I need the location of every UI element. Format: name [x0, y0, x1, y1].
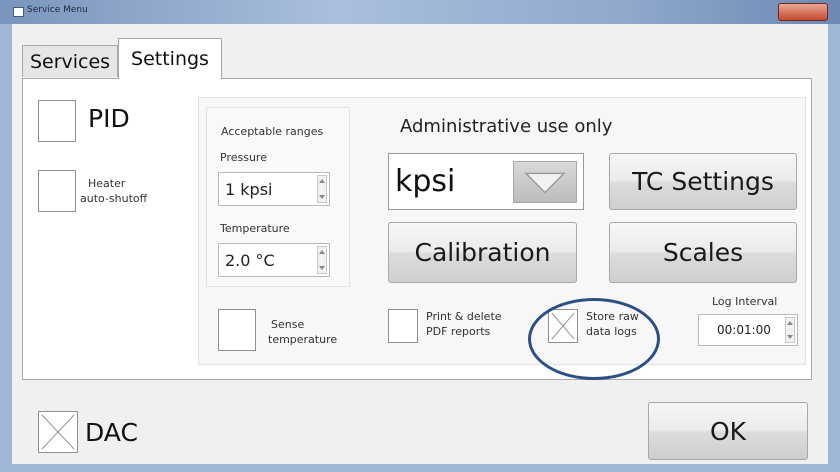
pressure-input[interactable]: 1 kpsi: [218, 172, 330, 206]
print-delete-label-line1: Print & delete: [426, 310, 502, 323]
spin-up-icon[interactable]: [319, 250, 325, 254]
admin-heading: Administrative use only: [400, 116, 613, 137]
pressure-value: 1 kpsi: [225, 179, 273, 199]
dac-label: DAC: [85, 418, 138, 447]
checkbox-checked-icon: [41, 414, 75, 450]
pressure-spinner[interactable]: [317, 175, 327, 203]
log-interval-label: Log Interval: [712, 295, 778, 308]
heater-label-line1: Heater: [88, 177, 126, 190]
dac-checkbox[interactable]: [38, 411, 78, 453]
chevron-down-icon[interactable]: [513, 161, 577, 203]
units-value: kpsi: [395, 164, 456, 199]
log-interval-value: 00:01:00: [717, 323, 771, 337]
tab-services[interactable]: Services: [22, 45, 118, 77]
spin-down-icon[interactable]: [787, 335, 793, 339]
scales-label: Scales: [662, 238, 744, 267]
ok-label: OK: [709, 416, 747, 446]
tab-services-label: Services: [29, 50, 111, 73]
window-title: Service Menu: [27, 5, 88, 15]
print-delete-checkbox[interactable]: [388, 309, 418, 343]
sense-label-line2: temperature: [268, 333, 338, 346]
window-frame-bottom: [0, 464, 840, 472]
calibration-label: Calibration: [414, 238, 551, 267]
log-interval-input[interactable]: 00:01:00: [698, 314, 798, 346]
acceptable-ranges-heading: Acceptable ranges: [221, 125, 324, 138]
title-bar: Service Menu: [0, 0, 840, 24]
pid-label: PID: [88, 104, 130, 133]
calibration-button[interactable]: Calibration: [388, 222, 577, 283]
temperature-input[interactable]: 2.0 °C: [218, 243, 330, 277]
units-dropdown[interactable]: kpsi: [388, 153, 584, 210]
tab-settings-label: Settings: [131, 48, 209, 70]
ok-button[interactable]: OK: [648, 402, 808, 460]
tc-settings-button[interactable]: TC Settings: [609, 153, 797, 210]
spin-up-icon[interactable]: [787, 321, 793, 325]
tc-settings-label: TC Settings: [632, 167, 774, 196]
log-interval-spinner[interactable]: [785, 317, 795, 343]
heater-checkbox[interactable]: [38, 170, 76, 212]
temperature-spinner[interactable]: [317, 246, 327, 274]
pid-checkbox[interactable]: [38, 100, 76, 142]
highlight-ellipse: [528, 298, 660, 380]
temperature-label: Temperature: [220, 222, 290, 235]
print-delete-label-line2: PDF reports: [426, 325, 491, 338]
window-frame-right: [828, 24, 840, 472]
heater-label-line2: auto-shutoff: [80, 192, 148, 205]
spin-up-icon[interactable]: [319, 179, 325, 183]
app-icon: [13, 7, 24, 17]
spin-down-icon[interactable]: [319, 266, 325, 270]
tab-settings[interactable]: Settings: [118, 38, 222, 79]
spin-down-icon[interactable]: [319, 195, 325, 199]
scales-button[interactable]: Scales: [609, 222, 797, 283]
close-icon[interactable]: [778, 3, 828, 21]
sense-label-line1: Sense: [271, 318, 305, 331]
sense-temperature-checkbox[interactable]: [218, 309, 256, 351]
pressure-label: Pressure: [220, 151, 267, 164]
window-frame-left: [0, 24, 12, 472]
temperature-value: 2.0 °C: [225, 250, 275, 270]
